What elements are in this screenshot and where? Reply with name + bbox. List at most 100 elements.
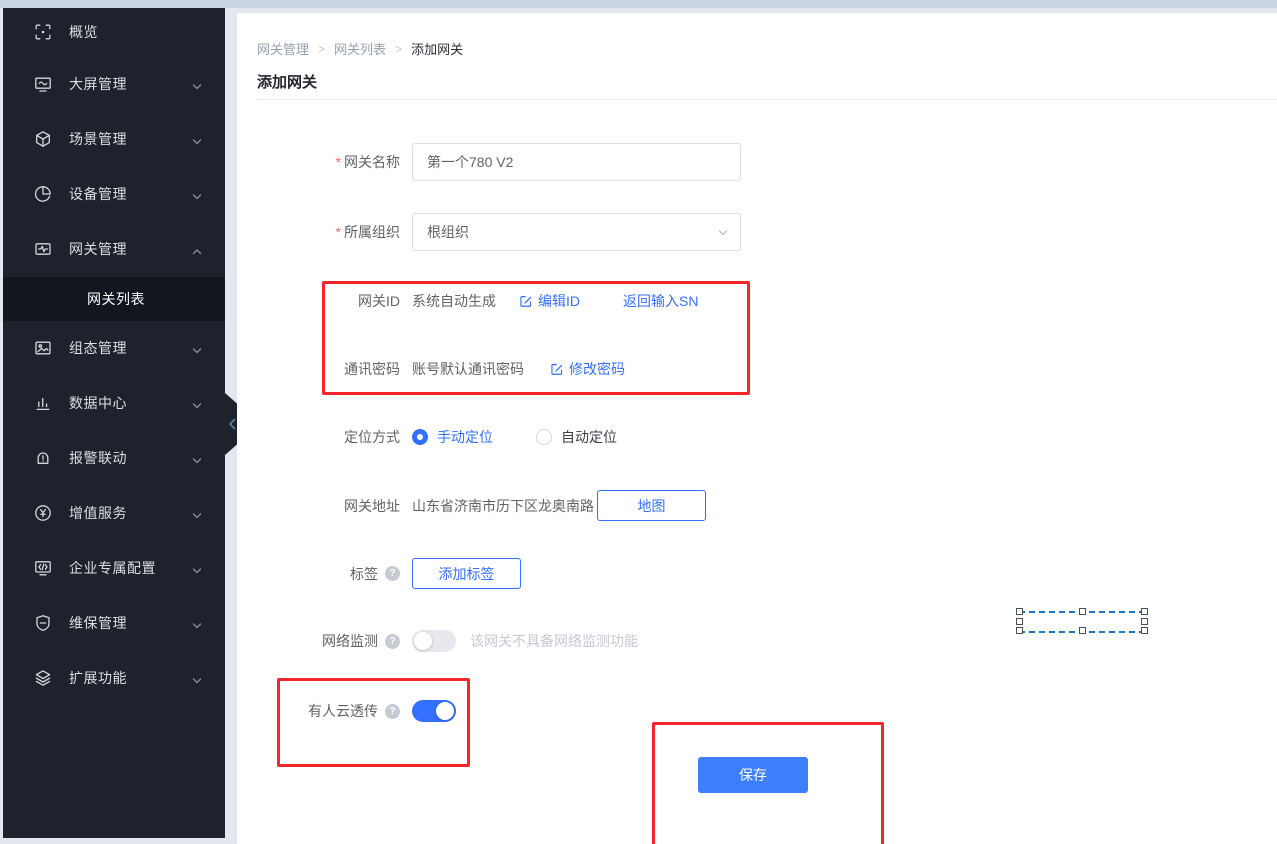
chevron-down-icon: [192, 79, 202, 89]
alarm-icon: [33, 448, 53, 468]
selection-handle-top-mid[interactable]: [1079, 608, 1086, 615]
gateway-id-value: 系统自动生成: [412, 291, 496, 311]
window-top-strip: [0, 0, 1277, 8]
organization-select[interactable]: 根组织: [412, 213, 741, 251]
breadcrumb-current: 添加网关: [411, 39, 463, 58]
chevron-down-icon: [192, 189, 202, 199]
chevron-down-icon: [192, 453, 202, 463]
network-monitor-label: 网络监测: [322, 631, 378, 651]
sidebar-item-value-added[interactable]: 增值服务: [3, 486, 225, 540]
gateway-address-value: 山东省济南市历下区龙奥南路: [412, 496, 594, 516]
breadcrumb-gateway-list[interactable]: 网关列表: [334, 39, 386, 58]
selection-handle-bottom-mid[interactable]: [1079, 627, 1086, 634]
cube-icon: [33, 129, 53, 149]
gateway-name-input[interactable]: [412, 143, 741, 181]
sidebar-item-label: 企业专属配置: [69, 558, 156, 578]
code-screen-icon: [33, 558, 53, 578]
form-row-gateway-address: 网关地址 山东省济南市历下区龙奥南路 地图: [257, 490, 706, 521]
organization-label: 所属组织: [344, 222, 400, 242]
sidebar-item-gateway-mgmt[interactable]: 网关管理: [3, 222, 225, 276]
help-icon[interactable]: ?: [385, 566, 400, 581]
radio-manual-location[interactable]: 手动定位: [412, 427, 493, 447]
sidebar-item-label: 设备管理: [69, 184, 127, 204]
form-row-gateway-id: 网关ID 系统自动生成 编辑ID 返回输入SN: [257, 291, 698, 311]
image-icon: [33, 338, 53, 358]
required-asterisk: *: [336, 224, 341, 240]
chevron-down-icon: [192, 343, 202, 353]
edit-icon: [550, 362, 564, 376]
gateway-address-label: 网关地址: [344, 496, 400, 516]
sidebar: 概览 大屏管理 场景管理 设备管理 网关管理 网关列表 组: [3, 8, 225, 838]
bar-chart-icon: [33, 393, 53, 413]
comm-password-value: 账号默认通讯密码: [412, 359, 524, 379]
cloud-passthrough-label: 有人云透传: [308, 701, 378, 721]
help-icon[interactable]: ?: [385, 634, 400, 649]
required-asterisk: *: [336, 154, 341, 170]
save-button[interactable]: 保存: [698, 757, 808, 793]
sidebar-item-label: 场景管理: [69, 129, 127, 149]
sidebar-item-config-mgmt[interactable]: 组态管理: [3, 321, 225, 375]
main-content: 网关管理 > 网关列表 > 添加网关 添加网关 * 网关名称 * 所属组织 根组…: [237, 13, 1277, 844]
selection-handle-mid-left[interactable]: [1016, 618, 1023, 625]
sidebar-item-label: 网关管理: [69, 239, 127, 259]
location-mode-label: 定位方式: [344, 427, 400, 447]
selection-handle-bottom-right[interactable]: [1141, 627, 1148, 634]
selection-handle-top-left[interactable]: [1016, 608, 1023, 615]
sidebar-item-enterprise-config[interactable]: 企业专属配置: [3, 541, 225, 595]
gateway-icon: [33, 239, 53, 259]
breadcrumb-gateway-mgmt[interactable]: 网关管理: [257, 39, 309, 58]
breadcrumb-separator: >: [395, 42, 402, 56]
help-icon[interactable]: ?: [385, 704, 400, 719]
sidebar-item-screen-mgmt[interactable]: 大屏管理: [3, 57, 225, 111]
form-row-location-mode: 定位方式 手动定位 自动定位: [257, 427, 617, 447]
radio-unselected-icon: [536, 429, 552, 445]
form-row-comm-password: 通讯密码 账号默认通讯密码 修改密码: [257, 359, 625, 379]
yuan-circle-icon: [33, 503, 53, 523]
select-chevron-icon: [717, 226, 729, 242]
chevron-left-icon: [228, 418, 237, 430]
overview-icon: [33, 22, 53, 42]
chevron-up-icon: [192, 244, 202, 254]
comm-password-label: 通讯密码: [344, 359, 400, 379]
breadcrumb-separator: >: [318, 42, 325, 56]
sidebar-item-device-mgmt[interactable]: 设备管理: [3, 167, 225, 221]
sidebar-item-label: 数据中心: [69, 393, 127, 413]
cloud-passthrough-toggle[interactable]: [412, 700, 456, 722]
sidebar-item-label: 报警联动: [69, 448, 127, 468]
chevron-down-icon: [192, 508, 202, 518]
chevron-down-icon: [192, 134, 202, 144]
chevron-down-icon: [192, 673, 202, 683]
network-monitor-toggle[interactable]: [412, 630, 456, 652]
pie-chart-icon: [33, 184, 53, 204]
sidebar-item-maintenance[interactable]: 维保管理: [3, 596, 225, 650]
selection-handle-mid-right[interactable]: [1141, 618, 1148, 625]
sidebar-item-label: 维保管理: [69, 613, 127, 633]
sidebar-item-scene-mgmt[interactable]: 场景管理: [3, 112, 225, 166]
selection-handle-top-right[interactable]: [1141, 608, 1148, 615]
sidebar-item-label: 概览: [69, 22, 98, 42]
annotation-box-cloud-passthrough: [277, 678, 470, 767]
map-button[interactable]: 地图: [597, 490, 706, 521]
sidebar-item-label: 组态管理: [69, 338, 127, 358]
sidebar-item-data-center[interactable]: 数据中心: [3, 376, 225, 430]
sidebar-item-label: 扩展功能: [69, 668, 127, 688]
edit-id-link[interactable]: 编辑ID: [519, 291, 580, 311]
return-sn-link[interactable]: 返回输入SN: [623, 291, 698, 311]
selection-handle-bottom-left[interactable]: [1016, 627, 1023, 634]
sidebar-item-label: 大屏管理: [69, 74, 127, 94]
form-row-tags: 标签 ? 添加标签: [257, 558, 521, 589]
add-tag-button[interactable]: 添加标签: [412, 558, 521, 589]
selection-marquee: [1019, 611, 1145, 631]
sidebar-item-gateway-list[interactable]: 网关列表: [3, 277, 225, 321]
sidebar-item-overview[interactable]: 概览: [3, 8, 225, 56]
screen-icon: [33, 74, 53, 94]
sidebar-item-alarm-linkage[interactable]: 报警联动: [3, 431, 225, 485]
form-row-cloud-passthrough: 有人云透传 ?: [257, 700, 456, 722]
radio-selected-icon: [412, 429, 428, 445]
radio-auto-location[interactable]: 自动定位: [536, 427, 617, 447]
sidebar-item-extensions[interactable]: 扩展功能: [3, 651, 225, 705]
change-password-link[interactable]: 修改密码: [550, 359, 625, 379]
breadcrumb: 网关管理 > 网关列表 > 添加网关: [257, 39, 463, 58]
form-row-organization: * 所属组织 根组织: [257, 213, 741, 251]
layers-icon: [33, 668, 53, 688]
